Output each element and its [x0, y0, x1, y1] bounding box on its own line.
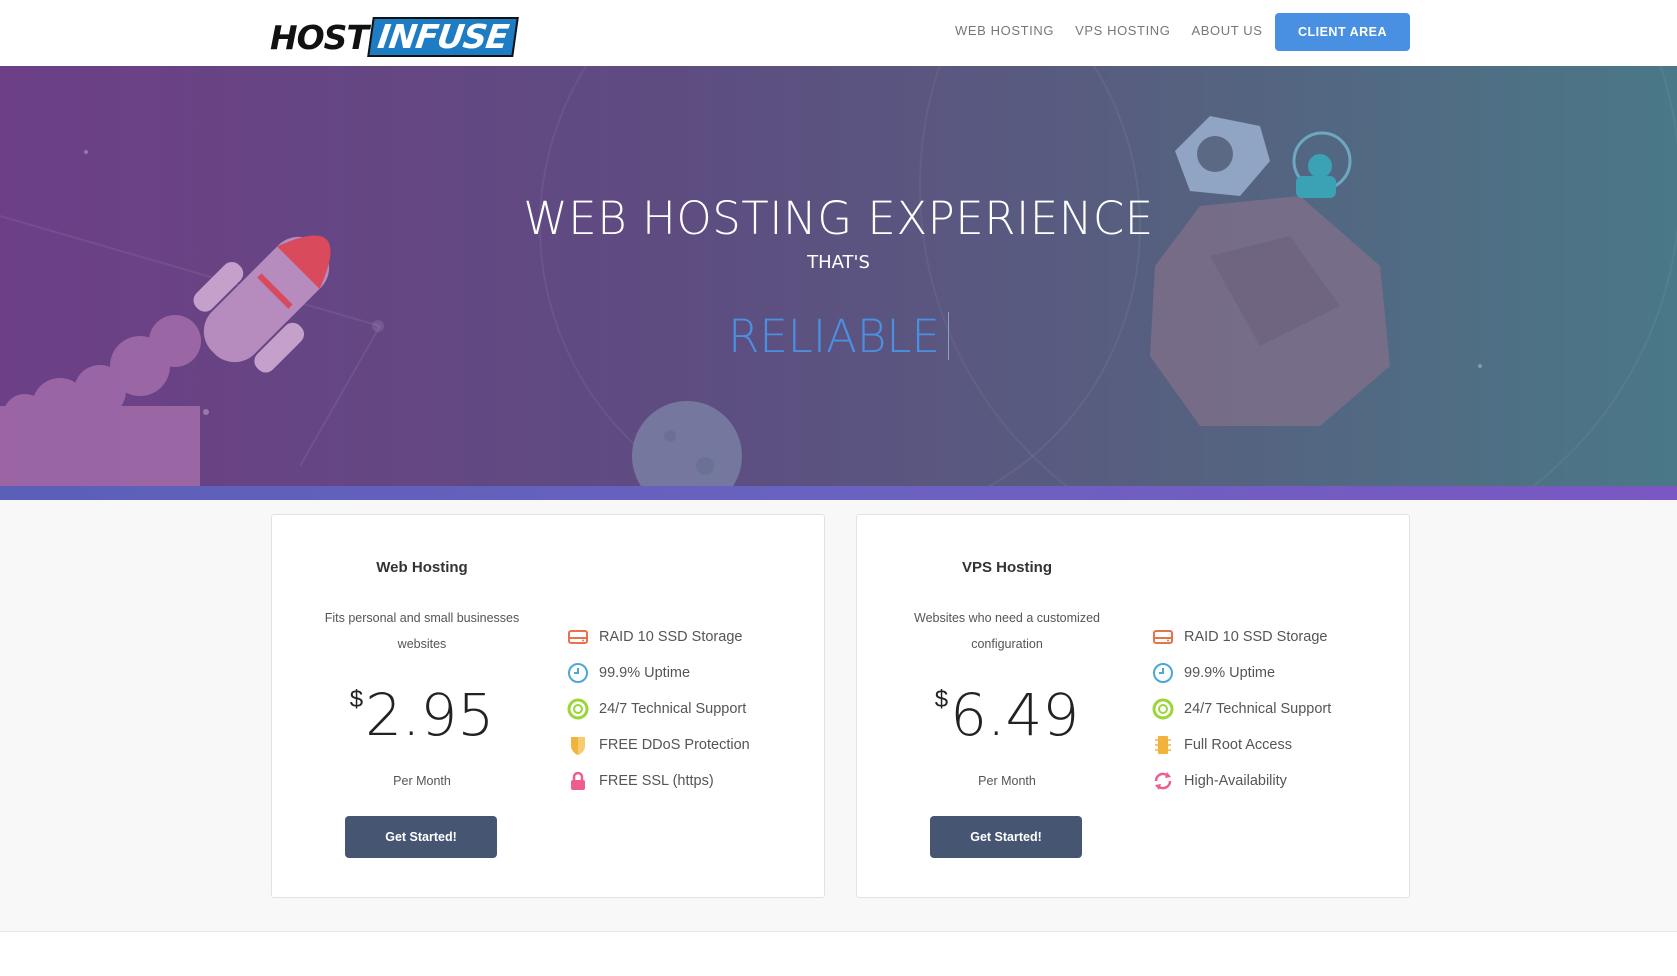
feature-label: 24/7 Technical Support	[599, 701, 747, 717]
feature-item: RAID 10 SSD Storage	[567, 619, 750, 655]
plan-features: RAID 10 SSD Storage 99.9% Uptime 24/7 Te…	[1152, 619, 1331, 799]
logo-part-infuse: INFUSE	[367, 17, 519, 57]
feature-label: 99.9% Uptime	[599, 665, 691, 681]
plan-price: $2.95	[272, 681, 572, 749]
main-menu: WEB HOSTING VPS HOSTING ABOUT US	[955, 22, 1284, 40]
plan-title: Web Hosting	[376, 559, 468, 576]
feature-item: High-Availability	[1152, 763, 1331, 799]
hdd-icon	[1152, 626, 1174, 648]
lock-icon	[567, 770, 589, 792]
plan-period: Per Month	[978, 774, 1036, 788]
lifebuoy-icon	[1152, 698, 1174, 720]
shield-icon	[567, 734, 589, 756]
hero-rotating-word: RELIABLE	[0, 310, 1677, 363]
feature-label: Full Root Access	[1184, 737, 1292, 753]
plan-features: RAID 10 SSD Storage 99.9% Uptime 24/7 Te…	[567, 619, 750, 799]
feature-label: FREE SSL (https)	[599, 773, 714, 789]
feature-item: FREE DDoS Protection	[567, 727, 750, 763]
feature-item: Full Root Access	[1152, 727, 1331, 763]
feature-item: 99.9% Uptime	[1152, 655, 1331, 691]
clock-icon	[1152, 662, 1174, 684]
feature-label: 24/7 Technical Support	[1184, 701, 1332, 717]
pricing-section: Web Hosting Fits personal and small busi…	[0, 500, 1677, 932]
price-currency: $	[349, 686, 364, 713]
get-started-button[interactable]: Get Started!	[930, 816, 1082, 858]
typing-cursor	[947, 312, 949, 360]
plan-card-web-hosting: Web Hosting Fits personal and small busi…	[271, 514, 825, 898]
hero-subtitle: THAT'S	[807, 252, 870, 273]
feature-item: 24/7 Technical Support	[1152, 691, 1331, 727]
lifebuoy-icon	[567, 698, 589, 720]
feature-item: 99.9% Uptime	[567, 655, 750, 691]
nav-about-us[interactable]: ABOUT US	[1192, 22, 1263, 40]
nav-web-hosting[interactable]: WEB HOSTING	[955, 22, 1054, 40]
feature-item: RAID 10 SSD Storage	[1152, 619, 1331, 655]
feature-label: RAID 10 SSD Storage	[599, 629, 743, 645]
nav-vps-hosting[interactable]: VPS HOSTING	[1075, 22, 1170, 40]
refresh-icon	[1152, 770, 1174, 792]
price-amount: 2.95	[365, 681, 495, 749]
feature-item: 24/7 Technical Support	[567, 691, 750, 727]
chip-icon	[1152, 734, 1174, 756]
plan-card-vps-hosting: VPS Hosting Websites who need a customiz…	[856, 514, 1410, 898]
feature-item: FREE SSL (https)	[567, 763, 750, 799]
feature-label: FREE DDoS Protection	[599, 737, 750, 753]
hero-banner: WEB HOSTING EXPERIENCE THAT'S RELIABLE	[0, 66, 1677, 486]
feature-label: High-Availability	[1184, 773, 1287, 789]
plan-period: Per Month	[393, 774, 451, 788]
clock-icon	[567, 662, 589, 684]
price-currency: $	[934, 686, 949, 713]
get-started-button[interactable]: Get Started!	[345, 816, 497, 858]
plan-description: Fits personal and small businesses websi…	[324, 611, 520, 651]
price-amount: 6.49	[950, 681, 1080, 749]
feature-label: RAID 10 SSD Storage	[1184, 629, 1328, 645]
feature-label: 99.9% Uptime	[1184, 665, 1276, 681]
hero-illustration	[0, 66, 1677, 486]
hero-title: WEB HOSTING EXPERIENCE	[523, 192, 1154, 245]
plan-title: VPS Hosting	[961, 559, 1052, 576]
hdd-icon	[567, 626, 589, 648]
hero-rotating-text: RELIABLE	[728, 310, 940, 363]
logo[interactable]: HOST INFUSE	[270, 16, 519, 58]
plan-price: $6.49	[857, 681, 1157, 749]
top-navbar: HOST INFUSE WEB HOSTING VPS HOSTING ABOU…	[0, 0, 1677, 66]
hero-accent-bar	[0, 486, 1677, 500]
logo-part-host: HOST	[270, 17, 369, 57]
plan-description: Websites who need a customized configura…	[914, 611, 1100, 651]
client-area-button[interactable]: CLIENT AREA	[1275, 13, 1410, 51]
